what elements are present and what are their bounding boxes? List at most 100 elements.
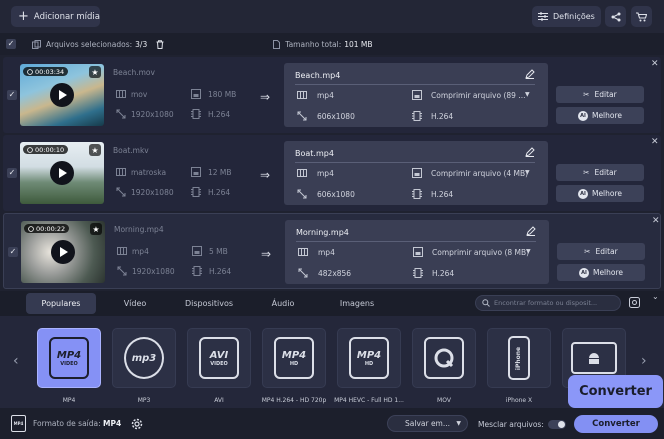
enhance-button[interactable]: AI Melhore [556, 185, 644, 202]
scissors-icon: ✂ [584, 247, 591, 256]
duration-badge: 00:00:10 [23, 145, 69, 154]
output-name[interactable]: Morning.mp4 [296, 228, 349, 237]
star-icon[interactable]: ★ [89, 66, 101, 78]
source-format: mp4 [132, 247, 149, 256]
row-checkbox[interactable]: ✓ [7, 90, 17, 100]
collapse-chevron-icon[interactable]: ⌄ [652, 292, 659, 301]
format-card-avi[interactable]: AVI VIDEO [187, 328, 251, 388]
cart-button[interactable] [631, 6, 652, 27]
format-card-mp3[interactable]: mp3 [112, 328, 176, 388]
format-card-mov[interactable] [412, 328, 476, 388]
chevron-left-icon[interactable]: ‹ [13, 353, 19, 369]
format-label: AVI [214, 397, 224, 404]
select-all-checkbox[interactable]: ✓ [6, 39, 16, 49]
chevron-down-icon[interactable]: ▼ [525, 91, 530, 98]
gear-icon[interactable] [131, 418, 143, 430]
trash-icon[interactable] [156, 39, 164, 49]
tab-imagens[interactable]: Imagens [322, 293, 392, 314]
search-icon [482, 299, 490, 307]
add-media-button[interactable]: + Adicionar mídia [11, 6, 100, 27]
compress-dropdown[interactable]: Comprimir arquivo (8 MB) [432, 248, 529, 257]
scissors-icon: ✂ [583, 90, 590, 99]
output-settings-panel[interactable]: Boat.mp4 mp4 Comprimir arquivo (4 MB) ▼ … [284, 141, 548, 205]
chevron-down-icon[interactable]: ▼ [526, 248, 531, 255]
merge-toggle[interactable] [548, 420, 566, 429]
output-settings-panel[interactable]: Beach.mp4 mp4 Comprimir arquivo (89 ... … [284, 63, 548, 127]
codec-icon [412, 189, 422, 199]
codec-icon [192, 266, 202, 276]
chevron-down-icon[interactable]: ▼ [525, 169, 530, 176]
tab-populares[interactable]: Populares [26, 293, 96, 314]
ai-icon: AI [577, 188, 588, 199]
format-card-mp4[interactable]: MP4 VIDEO [37, 328, 101, 388]
output-settings-panel[interactable]: Morning.mp4 mp4 Comprimir arquivo (8 MB)… [285, 220, 549, 284]
duration-text: 00:03:34 [35, 67, 65, 76]
enhance-button[interactable]: AI Melhore [557, 264, 645, 281]
resolution-icon [297, 189, 307, 199]
sliders-icon [538, 12, 548, 21]
ai-icon: AI [578, 267, 589, 278]
clock-icon [28, 225, 34, 232]
video-thumbnail[interactable]: 00:00:22 ★ [21, 221, 105, 283]
duration-badge: 00:03:34 [23, 67, 69, 76]
edit-button[interactable]: ✂ Editar [557, 243, 645, 260]
source-codec: H.264 [208, 110, 231, 119]
pencil-icon[interactable] [525, 147, 535, 157]
format-tabs-bar: Populares Vídeo Dispositivos Áudio Image… [0, 291, 664, 316]
save-to-button[interactable]: Salvar em... ▼ [387, 415, 468, 432]
tab-dispositivos[interactable]: Dispositivos [174, 293, 244, 314]
source-format: mov [131, 90, 148, 99]
avi-icon: AVI VIDEO [199, 337, 239, 379]
share-button[interactable] [605, 6, 626, 27]
enhance-button[interactable]: AI Melhore [556, 107, 644, 124]
storage-icon [191, 89, 201, 99]
row-checkbox[interactable]: ✓ [7, 168, 17, 178]
edit-button[interactable]: ✂ Editar [556, 164, 644, 181]
edit-button[interactable]: ✂ Editar [556, 86, 644, 103]
output-name[interactable]: Boat.mp4 [295, 149, 334, 158]
settings-button[interactable]: Definições [532, 6, 601, 27]
output-format-value: MP4 [103, 419, 122, 428]
star-icon[interactable]: ★ [90, 223, 102, 235]
close-icon[interactable]: ✕ [651, 59, 659, 69]
codec-icon [191, 109, 201, 119]
settings-label: Definições [553, 12, 595, 21]
compress-dropdown[interactable]: Comprimir arquivo (4 MB) [431, 169, 528, 178]
source-codec: H.264 [209, 267, 232, 276]
compress-dropdown[interactable]: Comprimir arquivo (89 ... [431, 91, 525, 100]
tab-video[interactable]: Vídeo [100, 293, 170, 314]
play-icon[interactable] [50, 83, 74, 107]
chevron-right-icon[interactable]: › [641, 353, 647, 369]
star-icon[interactable]: ★ [89, 144, 101, 156]
format-card-mp4-hevc[interactable]: MP4 HD [337, 328, 401, 388]
enhance-label: Melhore [591, 189, 623, 198]
format-search-input[interactable]: Encontrar formato ou disposit... [475, 295, 621, 311]
enhance-label: Melhore [591, 111, 623, 120]
clock-icon [27, 68, 33, 75]
format-label: iPhone X [505, 397, 533, 404]
play-icon[interactable] [50, 161, 74, 185]
format-settings-icon[interactable] [629, 297, 640, 308]
file-row[interactable]: ✓ 00:03:34 ★ Beach.mov mov 180 MB 1920x1… [3, 57, 661, 133]
play-icon[interactable] [51, 240, 75, 264]
format-card-iphone-x[interactable]: iPhone [487, 328, 551, 388]
row-checkbox[interactable]: ✓ [8, 247, 18, 257]
video-thumbnail[interactable]: 00:03:34 ★ [20, 64, 104, 126]
convert-button[interactable]: Converter [574, 415, 658, 433]
output-name[interactable]: Beach.mp4 [295, 71, 340, 80]
pencil-icon[interactable] [525, 69, 535, 79]
scissors-icon: ✂ [583, 168, 590, 177]
convert-arrow-icon: ⇒ [261, 247, 272, 261]
close-icon[interactable]: ✕ [652, 216, 660, 226]
file-row[interactable]: ✓ 00:00:10 ★ Boat.mkv matroska 12 MB 192… [3, 135, 661, 211]
file-row[interactable]: ✓ 00:00:22 ★ Morning.mp4 mp4 5 MB 1920x1… [3, 213, 661, 289]
resolution-icon [117, 266, 127, 276]
video-thumbnail[interactable]: 00:00:10 ★ [20, 142, 104, 204]
format-card-mp4-h264[interactable]: MP4 HD [262, 328, 326, 388]
file-icon [273, 39, 281, 49]
pencil-icon[interactable] [526, 226, 536, 236]
tab-audio[interactable]: Áudio [248, 293, 318, 314]
video-format-icon [116, 168, 126, 176]
iphone-icon: iPhone [508, 336, 530, 380]
close-icon[interactable]: ✕ [651, 137, 659, 147]
